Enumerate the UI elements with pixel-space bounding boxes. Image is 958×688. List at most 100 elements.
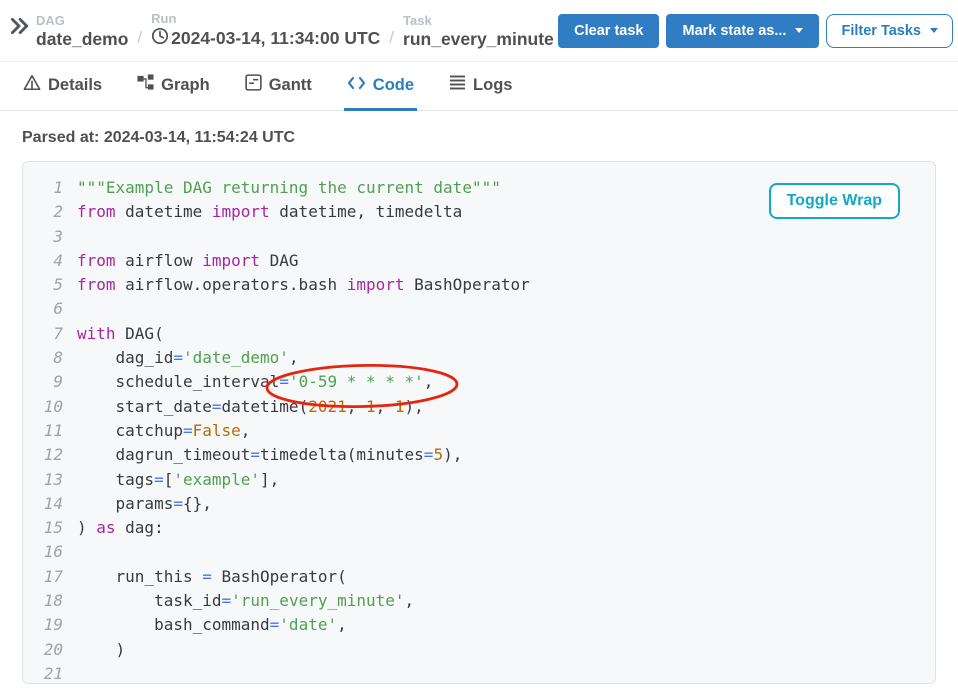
code-line-text: from airflow import DAG [77, 249, 299, 273]
toggle-wrap-button[interactable]: Toggle Wrap [769, 183, 900, 219]
code-line: 11 catchup=False, [36, 419, 935, 443]
code-line-text: run_this = BashOperator( [77, 565, 347, 589]
line-number: 21 [36, 662, 63, 684]
task-label: Task [403, 13, 554, 28]
chevron-down-icon [795, 28, 803, 33]
topbar: DAG date_demo / Run 2024-03-14, 11:34:00… [0, 0, 958, 62]
logs-icon [449, 75, 466, 95]
code-line: 20 ) [36, 638, 935, 662]
code-line-text: catchup=False, [77, 419, 250, 443]
mark-state-as-label: Mark state as... [682, 23, 786, 39]
tab-code[interactable]: Code [344, 62, 417, 111]
code-line-text: task_id='run_every_minute', [77, 589, 414, 613]
code-line-text: start_date=datetime(2021, 1, 1), [77, 395, 424, 419]
line-number: 19 [36, 613, 63, 637]
parsed-at-text: Parsed at: 2024-03-14, 11:54:24 UTC [22, 129, 958, 147]
code-line-text: dag_id='date_demo', [77, 346, 299, 370]
code-line: 5 from airflow.operators.bash import Bash… [36, 273, 935, 297]
breadcrumb-separator: / [137, 26, 142, 50]
code-line: 19 bash_command='date', [36, 613, 935, 637]
line-number: 17 [36, 565, 63, 589]
tab-bar: Details Graph Gantt Code [0, 62, 958, 111]
double-chevron-right-icon[interactable] [8, 15, 32, 39]
code-line: 21 [36, 662, 935, 684]
code-line-text: ) as dag: [77, 516, 164, 540]
tab-graph[interactable]: Graph [134, 62, 213, 111]
line-number: 13 [36, 468, 63, 492]
line-number: 12 [36, 443, 63, 467]
breadcrumb-task: Task run_every_minute [403, 13, 554, 50]
tab-logs-label: Logs [473, 76, 512, 95]
graph-icon [137, 74, 154, 96]
mark-state-as-dropdown[interactable]: Mark state as... [666, 14, 819, 48]
code-line-text: dagrun_timeout=timedelta(minutes=5), [77, 443, 462, 467]
run-label: Run [151, 11, 380, 26]
line-number: 1 [36, 176, 63, 200]
code-line-text: bash_command='date', [77, 613, 347, 637]
line-number: 16 [36, 540, 63, 564]
gantt-icon [245, 74, 262, 96]
breadcrumb-dag: DAG date_demo [36, 13, 128, 50]
clock-icon [151, 27, 169, 50]
line-number: 11 [36, 419, 63, 443]
line-number: 5 [36, 273, 63, 297]
tab-gantt-label: Gantt [269, 76, 312, 95]
code-line: 12 dagrun_timeout=timedelta(minutes=5), [36, 443, 935, 467]
line-number: 8 [36, 346, 63, 370]
code-line: 15 ) as dag: [36, 516, 935, 540]
code-line: 18 task_id='run_every_minute', [36, 589, 935, 613]
tab-graph-label: Graph [161, 76, 210, 95]
run-timestamp-link[interactable]: 2024-03-14, 11:34:00 UTC [151, 27, 380, 50]
line-number: 6 [36, 297, 63, 321]
breadcrumb-separator: / [389, 26, 394, 50]
task-action-buttons: Clear task Mark state as... Filter Tasks [558, 14, 953, 48]
code-line-text: with DAG( [77, 322, 164, 346]
tab-details[interactable]: Details [20, 62, 105, 111]
dag-name-link[interactable]: date_demo [36, 29, 128, 50]
code-panel: Toggle Wrap 1 """Example DAG returning th… [22, 161, 936, 684]
details-icon [23, 74, 41, 96]
line-number: 15 [36, 516, 63, 540]
line-number: 20 [36, 638, 63, 662]
clear-task-button[interactable]: Clear task [558, 14, 659, 48]
code-line: 4 from airflow import DAG [36, 249, 935, 273]
code-line: 14 params={}, [36, 492, 935, 516]
line-number: 4 [36, 249, 63, 273]
line-number: 3 [36, 225, 63, 249]
code-line-text: tags=['example'], [77, 468, 279, 492]
code-line-text: params={}, [77, 492, 212, 516]
code-line-text: schedule_interval='0-59 * * * *', [77, 370, 433, 394]
code-icon [347, 76, 366, 95]
filter-tasks-label: Filter Tasks [841, 23, 921, 39]
line-number: 7 [36, 322, 63, 346]
line-number: 10 [36, 395, 63, 419]
code-line: 16 [36, 540, 935, 564]
code-line: 6 [36, 297, 935, 321]
run-timestamp: 2024-03-14, 11:34:00 UTC [171, 28, 380, 49]
tab-code-label: Code [373, 76, 414, 95]
breadcrumb-run: Run 2024-03-14, 11:34:00 UTC [151, 11, 380, 50]
line-number: 14 [36, 492, 63, 516]
dag-label: DAG [36, 13, 128, 28]
tab-logs[interactable]: Logs [446, 62, 515, 111]
code-line: 8 dag_id='date_demo', [36, 346, 935, 370]
code-line: 9 schedule_interval='0-59 * * * *', [36, 370, 935, 394]
line-number: 2 [36, 200, 63, 224]
code-listing: 1 """Example DAG returning the current da… [23, 162, 935, 684]
line-number: 9 [36, 370, 63, 394]
filter-tasks-dropdown[interactable]: Filter Tasks [826, 14, 953, 48]
clear-task-label: Clear task [574, 23, 643, 39]
code-line: 13 tags=['example'], [36, 468, 935, 492]
line-number: 18 [36, 589, 63, 613]
code-line: 7 with DAG( [36, 322, 935, 346]
code-line-text: """Example DAG returning the current dat… [77, 176, 501, 200]
code-line: 17 run_this = BashOperator( [36, 565, 935, 589]
code-line: 3 [36, 225, 935, 249]
code-line-text: from airflow.operators.bash import BashO… [77, 273, 530, 297]
task-name-link[interactable]: run_every_minute [403, 29, 554, 50]
code-line-text: ) [77, 638, 125, 662]
code-line-text: from datetime import datetime, timedelta [77, 200, 462, 224]
code-line: 10 start_date=datetime(2021, 1, 1), [36, 395, 935, 419]
tab-gantt[interactable]: Gantt [242, 62, 315, 111]
tab-details-label: Details [48, 76, 102, 95]
